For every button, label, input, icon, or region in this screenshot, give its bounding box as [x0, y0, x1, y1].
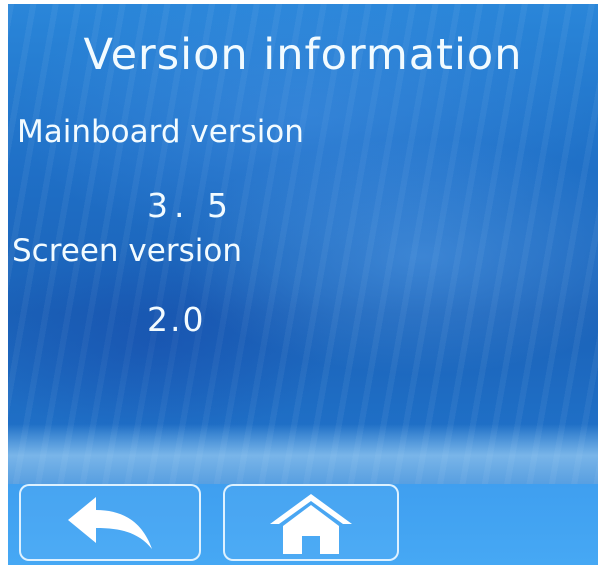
back-button[interactable]	[19, 484, 201, 561]
home-button[interactable]	[223, 484, 399, 561]
mainboard-version-value: 3. 5	[147, 186, 234, 225]
page-title: Version information	[83, 30, 523, 80]
home-icon	[270, 493, 352, 554]
back-arrow-icon	[68, 496, 152, 549]
mainboard-version-label: Mainboard version	[17, 114, 304, 150]
screen-version-value: 2.0	[147, 300, 206, 339]
screen-version-label: Screen version	[12, 233, 242, 269]
version-info-screen: Version information Mainboard version 3.…	[8, 4, 598, 565]
